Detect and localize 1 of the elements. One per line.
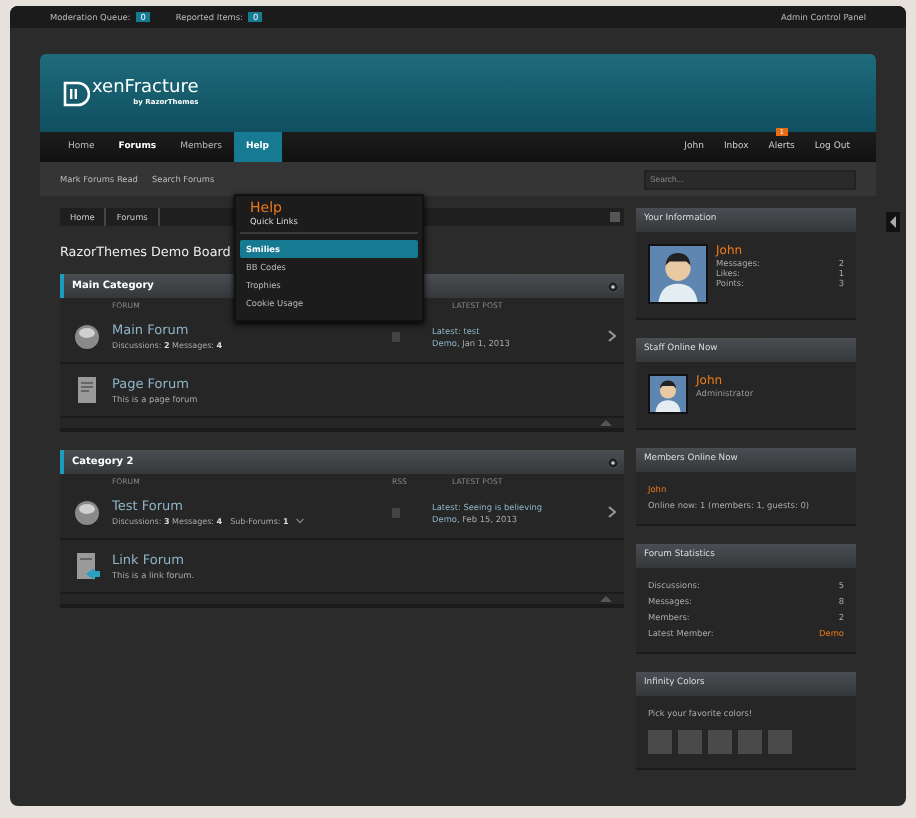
logo-text: xenFracture <box>92 80 199 98</box>
